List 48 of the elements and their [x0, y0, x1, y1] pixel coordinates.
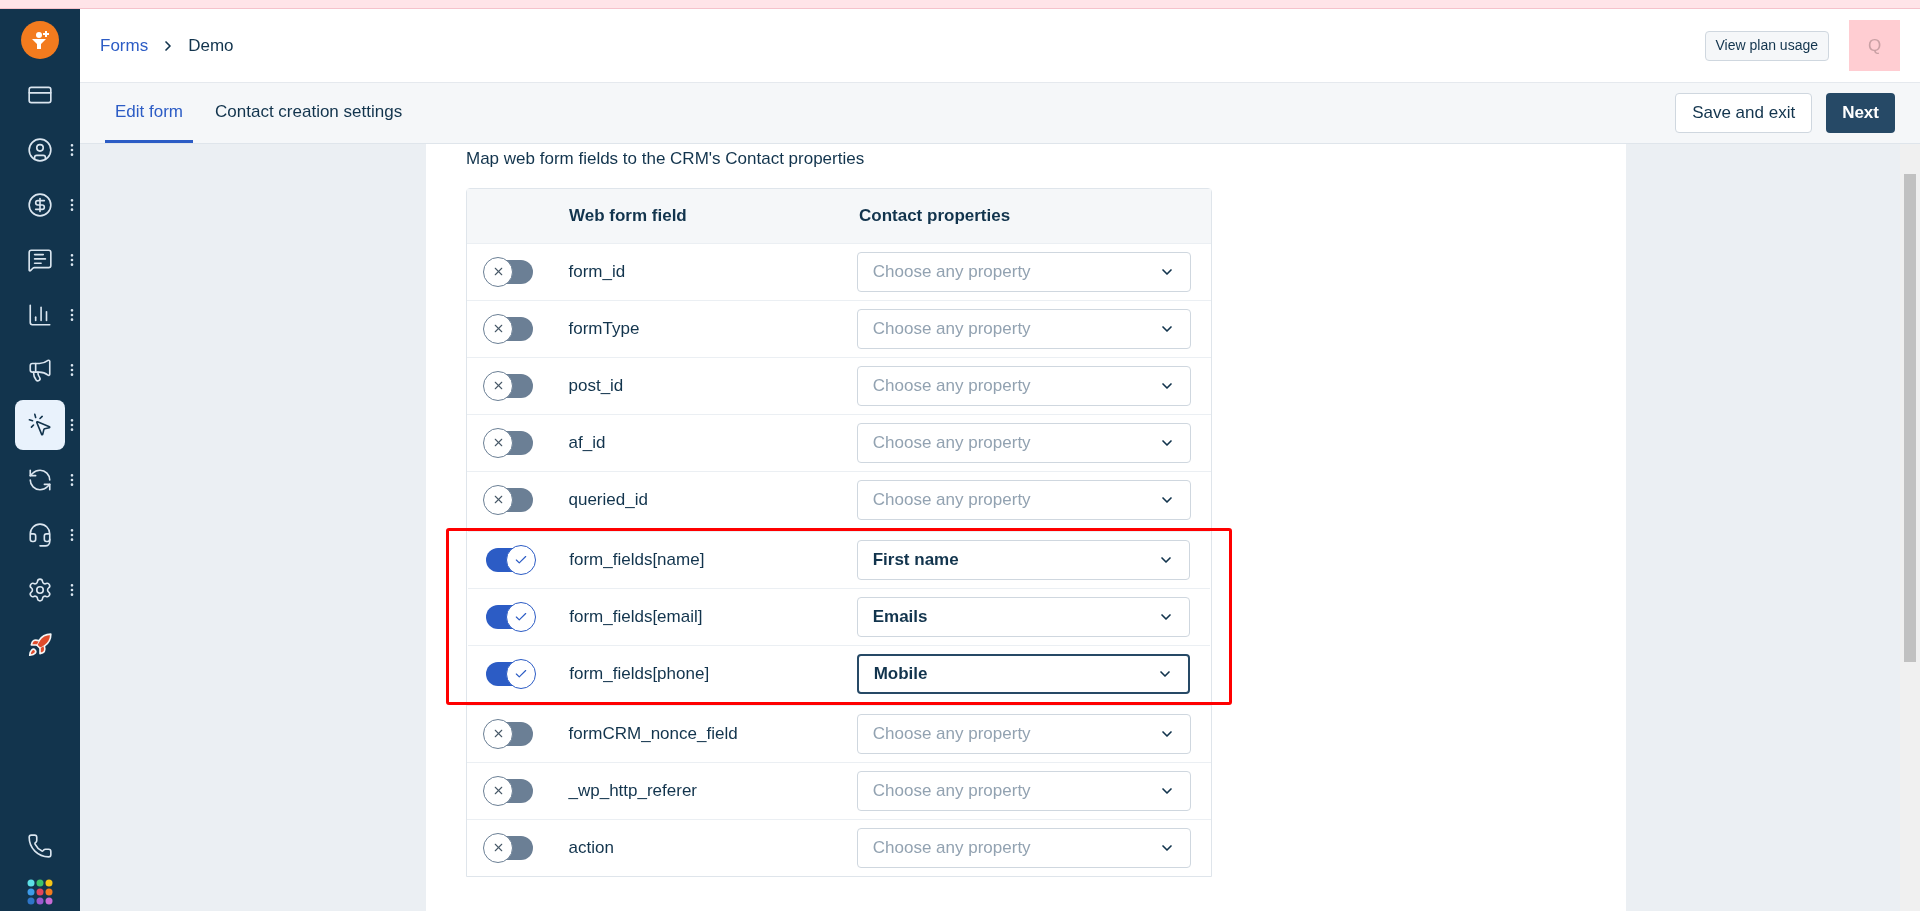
field-name: action [568, 836, 615, 859]
toggle-switch[interactable] [485, 721, 533, 746]
toggle-switch[interactable] [485, 373, 533, 398]
field-name: form_fields[name] [569, 548, 706, 571]
refresh-icon [27, 466, 53, 493]
user-icon [27, 136, 53, 163]
next-button[interactable]: Next [1826, 93, 1895, 133]
toggle-switch[interactable] [485, 259, 533, 284]
view-plan-button[interactable]: View plan usage [1704, 30, 1829, 61]
chat-icon [27, 246, 53, 273]
app-grid-icon[interactable] [27, 879, 53, 905]
toggle-switch[interactable] [485, 487, 533, 512]
sidebar-item[interactable] [15, 399, 65, 450]
column-header: Web form field [569, 204, 688, 227]
scrollbar-thumb[interactable] [1904, 174, 1916, 662]
toggle-switch[interactable] [485, 316, 533, 341]
breadcrumb-current: Demo [188, 34, 234, 57]
property-dropdown[interactable]: Emails [856, 596, 1190, 637]
toggle-switch[interactable] [486, 661, 534, 686]
toggle-switch[interactable] [485, 835, 533, 860]
rocket-icon [27, 631, 53, 658]
save-and-exit-button[interactable]: Save and exit [1675, 93, 1813, 133]
toggle-switch[interactable] [485, 778, 533, 803]
field-name: form_fields[phone] [569, 662, 711, 685]
property-dropdown[interactable]: Mobile [856, 653, 1190, 694]
toggle-switch[interactable] [486, 547, 534, 572]
field-name: formCRM_nonce_field [568, 722, 739, 745]
dollar-icon [27, 191, 53, 218]
column-header: Contact properties [859, 204, 1011, 227]
property-dropdown[interactable]: First name [856, 539, 1190, 580]
toggle-switch[interactable] [485, 430, 533, 455]
tab[interactable]: Contact creation settings [205, 83, 413, 143]
field-name: form_fields[email] [569, 605, 704, 628]
breadcrumb-link[interactable]: Forms [100, 32, 149, 59]
toggle-switch[interactable] [486, 604, 534, 629]
phone-icon[interactable] [27, 833, 53, 859]
field-name: post_id [568, 374, 625, 397]
field-name: af_id [568, 431, 607, 454]
field-name: form_id [568, 260, 627, 283]
settings-icon [27, 576, 53, 603]
megaphone-icon [27, 356, 53, 383]
field-name: formType [568, 317, 641, 340]
field-name: queried_id [568, 488, 649, 511]
section-title: Map web form fields to the CRM's Contact properties [466, 148, 866, 170]
field-name: _wp_http_referer [568, 779, 699, 802]
app-logo[interactable] [21, 21, 59, 59]
cursor-click-icon [27, 411, 53, 438]
headset-icon [27, 521, 53, 548]
